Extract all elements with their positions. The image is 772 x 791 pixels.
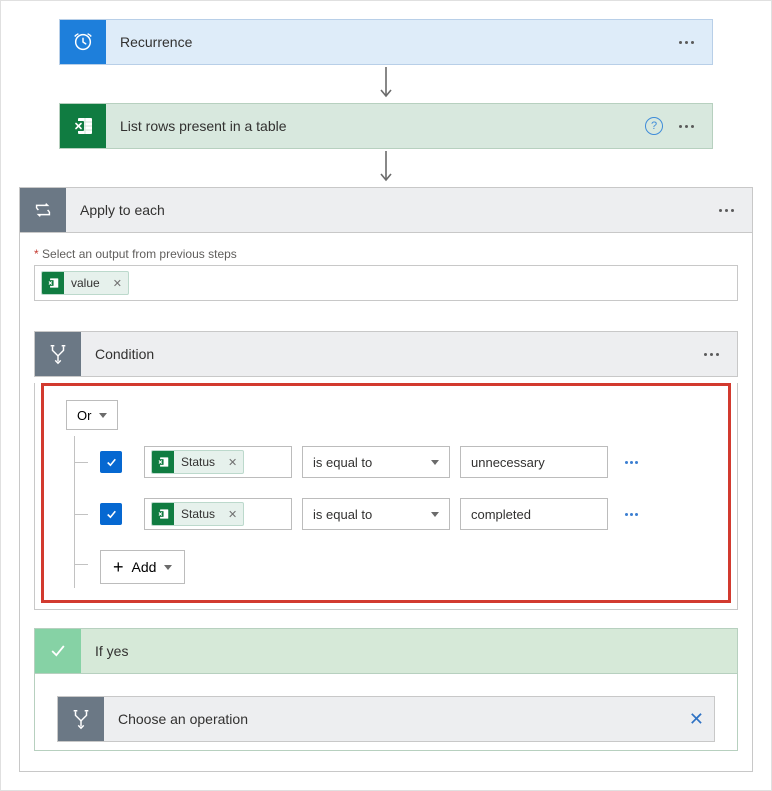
- condition-more-icon[interactable]: [700, 349, 723, 360]
- arrow-icon: [19, 149, 753, 187]
- recurrence-more-icon[interactable]: [675, 37, 698, 48]
- operator-dropdown[interactable]: is equal to: [302, 498, 450, 530]
- check-icon: [35, 629, 81, 673]
- loop-icon: [20, 188, 66, 232]
- chevron-down-icon: [99, 413, 107, 418]
- field-input[interactable]: Status ✕: [144, 446, 292, 478]
- row-checkbox[interactable]: [100, 451, 122, 473]
- condition-row: Status ✕ is equal to unnecessary: [66, 436, 714, 488]
- apply-to-each-more-icon[interactable]: [715, 205, 738, 216]
- row-more-icon[interactable]: [618, 452, 645, 473]
- token-remove-icon[interactable]: ✕: [222, 456, 243, 469]
- token-remove-icon[interactable]: ✕: [107, 277, 128, 290]
- chevron-down-icon: [431, 460, 439, 465]
- list-rows-title: List rows present in a table: [106, 118, 645, 134]
- list-rows-card[interactable]: List rows present in a table ?: [59, 103, 713, 149]
- list-rows-more-icon[interactable]: [675, 121, 698, 132]
- apply-to-each-title: Apply to each: [66, 202, 715, 218]
- condition-header[interactable]: Condition: [34, 331, 738, 377]
- excel-icon: [60, 104, 106, 148]
- value-input[interactable]: unnecessary: [460, 446, 608, 478]
- excel-icon: [42, 272, 64, 294]
- row-more-icon[interactable]: [618, 504, 645, 525]
- choose-operation-card[interactable]: Choose an operation ✕: [57, 696, 715, 742]
- chevron-down-icon: [431, 512, 439, 517]
- row-checkbox[interactable]: [100, 503, 122, 525]
- condition-body: Or: [41, 383, 731, 603]
- apply-to-each-block: Apply to each * Select an output from pr…: [19, 187, 753, 772]
- if-yes-block: If yes Choose an operation: [34, 628, 738, 751]
- status-token[interactable]: Status ✕: [151, 450, 244, 474]
- condition-icon: [35, 332, 81, 376]
- condition-block: Condition Or: [34, 331, 738, 610]
- if-yes-body: Choose an operation ✕: [34, 674, 738, 751]
- if-yes-header[interactable]: If yes: [34, 628, 738, 674]
- token-label: value: [64, 276, 107, 290]
- logic-operator-dropdown[interactable]: Or: [66, 400, 118, 430]
- close-icon[interactable]: ✕: [689, 709, 704, 730]
- value-token[interactable]: value ✕: [41, 271, 129, 295]
- add-row-area: + Add: [66, 540, 714, 588]
- operator-dropdown[interactable]: is equal to: [302, 446, 450, 478]
- arrow-icon: [19, 65, 753, 103]
- status-token[interactable]: Status ✕: [151, 502, 244, 526]
- excel-icon: [152, 503, 174, 525]
- output-hint-label: * Select an output from previous steps: [34, 247, 738, 261]
- help-icon[interactable]: ?: [645, 117, 663, 135]
- condition-row: Status ✕ is equal to completed: [66, 488, 714, 540]
- apply-to-each-header[interactable]: Apply to each: [19, 187, 753, 233]
- value-input[interactable]: completed: [460, 498, 608, 530]
- recurrence-card[interactable]: Recurrence: [59, 19, 713, 65]
- recurrence-title: Recurrence: [106, 34, 675, 50]
- apply-to-each-body: * Select an output from previous steps v…: [19, 233, 753, 772]
- recurrence-icon: [60, 20, 106, 64]
- flow-canvas: Recurrence List rows present in a table …: [0, 0, 772, 791]
- previous-output-input[interactable]: value ✕: [34, 265, 738, 301]
- excel-icon: [152, 451, 174, 473]
- token-remove-icon[interactable]: ✕: [222, 508, 243, 521]
- plus-icon: +: [113, 558, 124, 576]
- choose-operation-title: Choose an operation: [104, 711, 689, 727]
- condition-title: Condition: [81, 346, 700, 362]
- chevron-down-icon: [164, 565, 172, 570]
- if-yes-title: If yes: [81, 643, 737, 659]
- field-input[interactable]: Status ✕: [144, 498, 292, 530]
- add-button[interactable]: + Add: [100, 550, 185, 584]
- condition-icon: [58, 697, 104, 741]
